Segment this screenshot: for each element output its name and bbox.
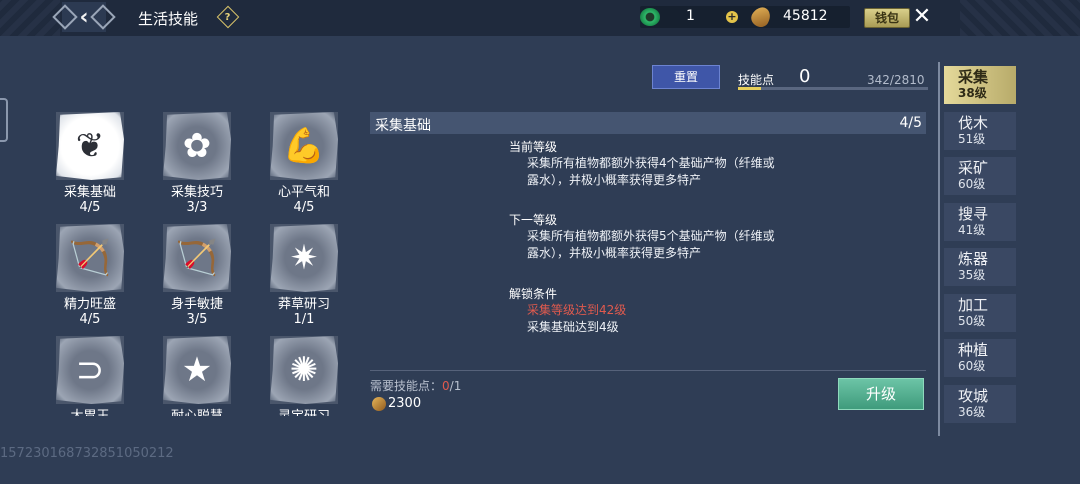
nav-tab-level: 41级 (958, 222, 986, 237)
skill-detail-title: 采集基础 (375, 118, 431, 134)
skill-item[interactable]: 🏹 精力旺盛 4/5 (40, 216, 140, 328)
upgrade-button[interactable]: 升级 (838, 378, 924, 410)
nav-tab[interactable]: 加工 50级 (944, 293, 1016, 332)
chevron-left-icon: ‹ (79, 4, 89, 30)
muscle-arm-icon: 💪 (270, 112, 338, 180)
constellation-icon: ✺ (270, 336, 338, 404)
skill-item[interactable]: ⊃ 大胃王 (40, 328, 140, 416)
unlock-requirement-unmet: 采集等级达到42级 (527, 303, 627, 317)
skill-item[interactable]: ✿ 采集技巧 3/3 (147, 104, 247, 216)
nav-tab-level: 36级 (958, 404, 986, 419)
current-level-text: 采集所有植物都额外获得4个基础产物（纤维或露水），并极小概率获得更多特产 (527, 156, 775, 187)
jade-currency-icon (640, 8, 660, 26)
back-button[interactable]: ‹ (62, 2, 106, 32)
profession-nav: 采集 38级 伐木 51级 采矿 60级 搜寻 41级 炼器 35级 加工 50级 种植 60级 攻城 36级 (938, 62, 1020, 436)
corner-ornament-left (0, 0, 60, 36)
skill-points-label: 技能点 (738, 73, 775, 87)
skill-level: 3/5 (186, 312, 208, 327)
skill-name: 灵宝研习 (254, 410, 354, 417)
skill-level: 4/5 (79, 312, 101, 327)
bow-icon: 🏹 (56, 224, 124, 292)
skill-item[interactable]: ❦ 采集基础 4/5 (40, 104, 140, 216)
bow-icon: 🏹 (163, 224, 231, 292)
star-banner-icon: ★ (163, 336, 231, 404)
nav-tab-level: 35级 (958, 268, 986, 282)
corner-ornament-right (960, 0, 1080, 36)
skill-points-value: 0 (799, 66, 811, 87)
page-title: 生活技能 (138, 10, 199, 28)
nav-tab-name: 攻城 (958, 386, 989, 405)
nav-tab[interactable]: 采矿 60级 (944, 157, 1016, 195)
coin-count: 45812 (783, 8, 828, 24)
skill-item[interactable]: ✷ 莽草研习 1/1 (254, 216, 354, 328)
coin-cost: 2300 (388, 396, 422, 411)
progress-fill (738, 87, 762, 90)
nav-tab-name: 采集 (958, 68, 989, 86)
skill-level: 4/5 (79, 200, 101, 215)
skill-point-cost: 需要技能点：0/1 (370, 379, 462, 393)
skill-name: 大胃王 (40, 410, 140, 417)
flower-branch-icon: ✿ (163, 112, 231, 180)
nav-tab[interactable]: 炼器 35级 (944, 248, 1016, 286)
nav-tab[interactable]: 攻城 36级 (944, 384, 1016, 423)
nav-tab-name: 加工 (958, 295, 989, 314)
reset-button[interactable]: 重置 (652, 65, 720, 89)
skill-level: 3/3 (186, 200, 208, 215)
skill-item[interactable]: ★ 耐心聪慧 (147, 328, 247, 416)
player-id: 1572301687328510502​12 (0, 446, 174, 461)
skill-name: 采集技巧 (170, 185, 223, 200)
side-drawer-handle[interactable] (0, 98, 8, 142)
skill-detail-level: 4/5 (899, 115, 922, 131)
star-grass-icon: ✷ (270, 224, 338, 292)
nav-tab[interactable]: 伐木 51级 (944, 111, 1016, 150)
skill-points-progress-text: 342/2810 (867, 73, 925, 87)
next-level-label: 下一等级 (509, 213, 558, 227)
skill-item[interactable]: ✺ 灵宝研习 (254, 328, 354, 416)
nav-tab-level: 60级 (958, 177, 986, 191)
skill-grid: ❦ 采集基础 4/5 ✿ 采集技巧 3/3 💪 心平气和 4/5 🏹 精力旺盛 4/5 🏹 身手敏捷 3/5… (40, 104, 370, 416)
add-currency-icon[interactable]: + (726, 11, 738, 23)
nav-tab-level: 38级 (958, 86, 987, 100)
skill-name: 精力旺盛 (63, 297, 116, 312)
close-icon[interactable]: ✕ (910, 5, 934, 29)
nav-tab-name: 采矿 (958, 159, 989, 177)
stomach-icon: ⊃ (56, 336, 124, 404)
nav-tab[interactable]: 采集 38级 (944, 66, 1016, 104)
jade-count: 1 (686, 8, 695, 24)
skill-name: 身手敏捷 (170, 297, 223, 312)
skill-name: 心平气和 (277, 185, 330, 200)
coin-icon (372, 397, 386, 411)
skill-name: 莽草研习 (277, 297, 330, 312)
nav-tab-name: 种植 (958, 341, 989, 359)
nav-tab-name: 伐木 (958, 113, 989, 132)
nav-tab-name: 炼器 (958, 250, 989, 268)
herb-leaves-icon: ❦ (56, 112, 124, 180)
skill-name: 耐心聪慧 (147, 410, 247, 417)
skill-level: 1/1 (293, 312, 315, 327)
nav-tab-level: 50级 (958, 313, 986, 328)
current-level-label: 当前等级 (509, 140, 558, 154)
divider (370, 370, 926, 371)
nav-tab[interactable]: 搜寻 41级 (944, 202, 1016, 241)
wallet-button[interactable]: 钱包 (864, 8, 910, 28)
nav-tab-level: 60级 (958, 359, 986, 373)
skill-level: 4/5 (293, 200, 315, 215)
nav-tab[interactable]: 种植 60级 (944, 339, 1016, 377)
nav-tab-name: 搜寻 (958, 204, 989, 223)
skill-points-progress-bar (738, 87, 928, 90)
skill-detail-header: 采集基础 4/5 (370, 112, 926, 134)
next-level-text: 采集所有植物都额外获得5个基础产物（纤维或露水），并极小概率获得更多特产 (527, 229, 775, 260)
skill-item[interactable]: 🏹 身手敏捷 3/5 (147, 216, 247, 328)
unlock-requirement-met: 采集基础达到4级 (527, 320, 619, 334)
nav-tab-level: 51级 (958, 131, 986, 146)
skill-name: 采集基础 (63, 185, 116, 200)
unlock-conditions-label: 解锁条件 (509, 287, 558, 301)
skill-item[interactable]: 💪 心平气和 4/5 (254, 104, 354, 216)
